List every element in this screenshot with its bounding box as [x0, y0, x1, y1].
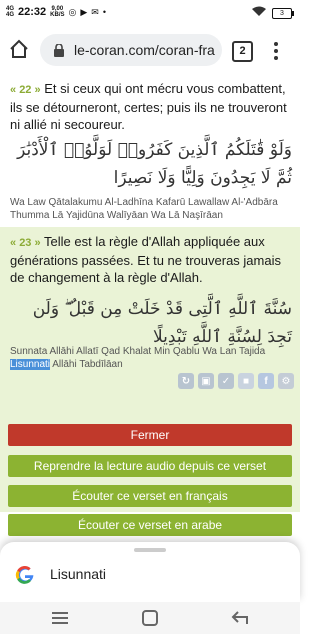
status-bar: 4G 4G 22:32 9,00 KB/S ◎ ▶ ✉ • 3 [0, 0, 300, 28]
battery-icon: 3 [272, 7, 294, 19]
verse-number: « 22 » [10, 84, 41, 96]
listen-french-button[interactable]: Écouter ce verset en français [8, 485, 292, 507]
home-nav-button[interactable] [140, 608, 160, 628]
menu-dot [274, 41, 278, 46]
address-bar[interactable]: le-coran.com/coran-fra [40, 34, 222, 66]
tab-switcher-button[interactable]: 2 [232, 41, 253, 62]
youtube-icon: ▶ [80, 6, 88, 17]
menu-dot [274, 56, 278, 61]
menu-dot [274, 48, 278, 53]
overflow-menu-button[interactable] [268, 40, 284, 62]
search-query[interactable]: Lisunnati [50, 566, 106, 582]
google-icon [14, 564, 36, 586]
verse-22-text: Et si ceux qui ont mécru vous combattent… [10, 81, 287, 132]
speed-unit: KB/S [50, 12, 65, 18]
menu-nav-button[interactable] [50, 608, 70, 628]
bookmark-icon[interactable]: ■ [238, 373, 254, 389]
hamburger-icon [52, 612, 68, 624]
browser-toolbar: le-coran.com/coran-fra 2 [0, 28, 300, 72]
close-button[interactable]: Fermer [8, 424, 292, 446]
lock-icon [50, 43, 68, 57]
sheet-handle[interactable] [134, 548, 166, 552]
verse-23-translation: « 23 » Telle est la règle d'Allah appliq… [10, 233, 292, 286]
url-text: le-coran.com/coran-fra [74, 42, 215, 58]
translit-text: Sunnata Allāhi Allatī Qad Khalat Min Qab… [10, 346, 266, 357]
verse-23-transliteration: Sunnata Allāhi Allatī Qad Khalat Min Qab… [10, 345, 292, 371]
listen-arabic-button[interactable]: Écouter ce verset en arabe [8, 514, 292, 536]
check-icon[interactable]: ✓ [218, 373, 234, 389]
wifi-icon [252, 6, 266, 20]
verse-22-arabic: وَلَوْ قَٰتَلَكُمُ ٱلَّذِينَ كَفَرُوا۟ ل… [17, 140, 292, 188]
signal-label-2: 4G [6, 12, 15, 18]
square-icon [142, 610, 158, 626]
back-nav-button[interactable] [230, 608, 250, 628]
facebook-icon[interactable]: f [258, 373, 274, 389]
verse-23-text: Telle est la règle d'Allah appliquée aux… [10, 234, 281, 285]
status-right: 3 [252, 6, 294, 20]
settings-icon[interactable]: ⚙ [278, 373, 294, 389]
verse-22: « 22 » Et si ceux qui ont mécru vous com… [0, 72, 300, 224]
battery-level: 3 [280, 9, 284, 17]
verse-23-arabic: سُنَّةَ ٱللَّهِ ٱلَّتِى قَدْ خَلَتْ مِن … [32, 299, 292, 347]
refresh-icon[interactable]: ↻ [178, 373, 194, 389]
signal-indicator: 4G 4G [6, 6, 14, 18]
more-notifications-icon: • [102, 7, 106, 17]
back-icon [231, 611, 248, 624]
resume-audio-button[interactable]: Reprendre la lecture audio depuis ce ver… [8, 455, 292, 477]
message-icon: ✉ [91, 6, 99, 17]
selected-word[interactable]: Lisunnati [10, 359, 51, 370]
home-icon [10, 39, 28, 58]
google-search-sheet[interactable]: Lisunnati [0, 542, 300, 602]
save-icon[interactable]: ▣ [198, 373, 214, 389]
status-left: 4G 4G 22:32 9,00 KB/S ◎ ▶ ✉ • [6, 6, 106, 18]
system-nav-bar [0, 602, 300, 634]
verse-tools: ↻ ▣ ✓ ■ f ⚙ [178, 373, 294, 389]
page-content: « 22 » Et si ceux qui ont mécru vous com… [0, 72, 300, 542]
verse-number: « 23 » [10, 237, 41, 249]
translit-text: Allāhi Tabdīlāan [50, 359, 123, 370]
network-speed: 9,00 KB/S [50, 6, 64, 18]
verse-22-translation: « 22 » Et si ceux qui ont mécru vous com… [10, 80, 292, 133]
clock: 22:32 [18, 6, 47, 18]
verse-22-transliteration: Wa Law Qātalakumu Al-Ladhīna Kafarū Lawa… [10, 197, 278, 221]
home-button[interactable] [8, 38, 30, 60]
whatsapp-icon: ◎ [68, 6, 77, 17]
